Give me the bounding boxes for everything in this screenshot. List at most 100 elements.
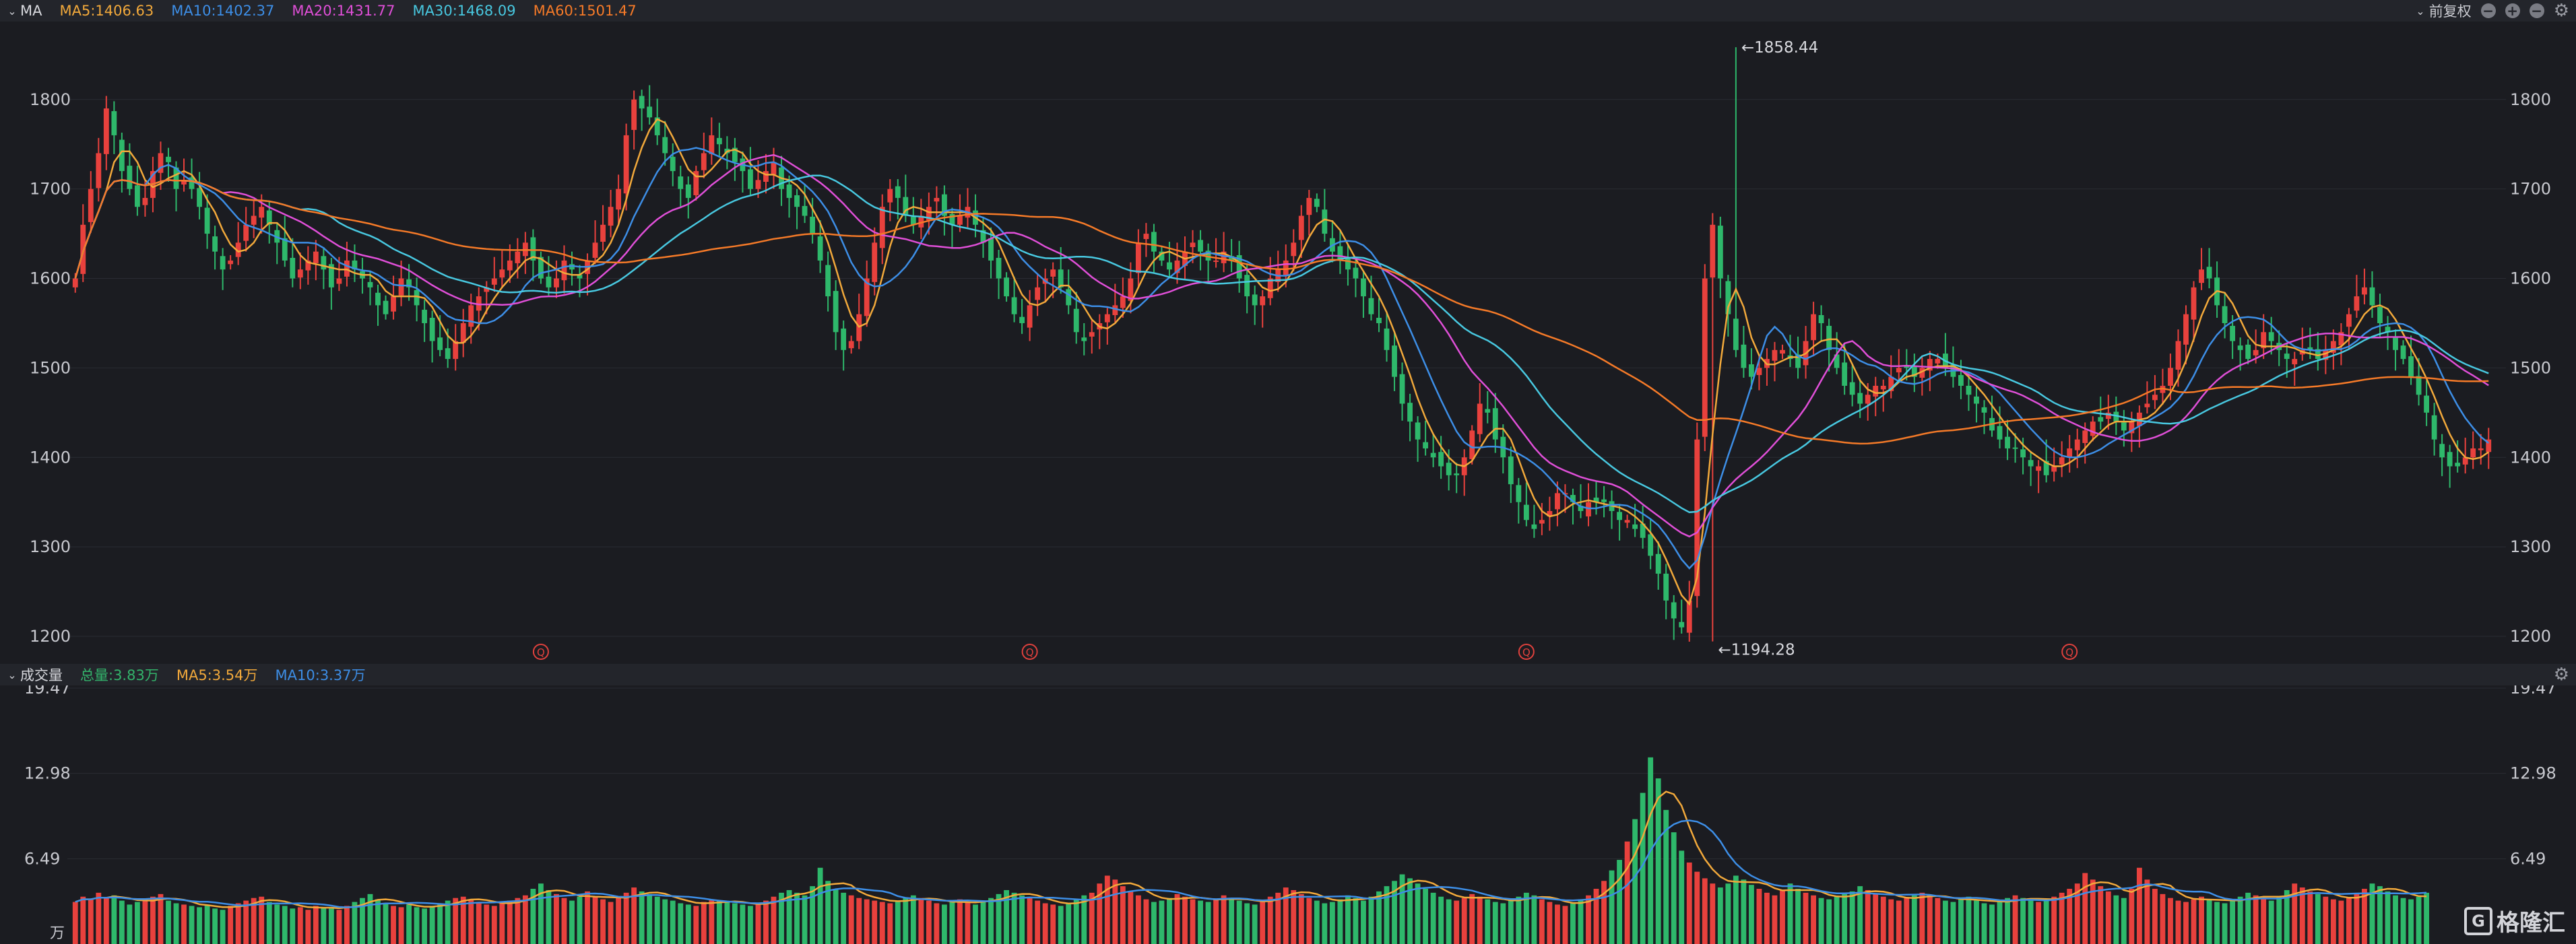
candle-body [336, 278, 342, 284]
volume-chart[interactable]: 6.49 6.49 12.98 12.98 19.47 19.47 [0, 685, 2576, 944]
adjust-dropdown[interactable]: ⌄ 前复权 [2416, 1, 2471, 21]
candle-body [600, 224, 606, 242]
candle-body [1143, 234, 1149, 240]
candle-body [1648, 534, 1654, 556]
candle-body [1671, 602, 1677, 619]
candle-body [429, 317, 435, 341]
volume-bar [1322, 903, 1328, 944]
volume-bar [973, 904, 978, 944]
volume-bar [1143, 899, 1149, 944]
volume-bar [1104, 875, 1110, 944]
volume-bar [328, 908, 334, 944]
volume-bar [266, 902, 272, 944]
volume-bar [111, 895, 117, 944]
candle-body [1353, 267, 1359, 279]
candle-body [344, 260, 350, 277]
candle-body [2067, 448, 2073, 458]
volume-bar [1849, 891, 1855, 944]
volume-bar [1128, 891, 1134, 944]
volume-bar [2253, 895, 2259, 944]
ma60-readout: MA60:1501.47 [533, 3, 637, 19]
candle-body [391, 296, 396, 312]
candle-body [1314, 199, 1320, 207]
volume-bar [1578, 899, 1584, 944]
volume-total-readout: 总量:3.83万 [80, 667, 159, 683]
volume-bar [1446, 899, 1452, 944]
volume-tick-label-right: 19.47 [2510, 685, 2556, 698]
volume-bar [2051, 896, 2057, 944]
volume-bar [1780, 889, 1785, 944]
candle-body [2284, 353, 2290, 360]
volume-bar [810, 886, 816, 944]
indicator-name[interactable]: MA [20, 3, 42, 19]
volume-bar [2020, 898, 2026, 944]
candle-body [453, 341, 459, 360]
candle-body [817, 236, 823, 261]
candle-body [2152, 395, 2158, 401]
volume-title[interactable]: 成交量 [20, 665, 63, 685]
minimize-icon[interactable]: − [2480, 3, 2496, 18]
gear-icon[interactable]: ⚙ [2554, 666, 2569, 683]
price-chart[interactable]: 1200 1200 1300 1300 1400 1400 1500 1500 1600 1600… [0, 22, 2576, 664]
candle-body [375, 292, 381, 306]
ma10-readout: MA10:1402.37 [171, 3, 275, 19]
candle-body [1710, 224, 1716, 278]
event-marker-label: Q [1026, 646, 1034, 659]
volume-bar [1500, 903, 1506, 944]
candle-body [1027, 305, 1033, 328]
volume-bar [763, 900, 769, 944]
candle-body [297, 269, 303, 278]
candle-body [1586, 502, 1591, 516]
candle-body [1011, 297, 1017, 314]
candle-body [228, 260, 234, 265]
volume-bar [2152, 889, 2158, 944]
volume-bar [794, 892, 800, 944]
zoom-in-icon[interactable]: + [2505, 3, 2520, 18]
ma10-line [74, 147, 2489, 570]
candle-body [1291, 242, 1297, 257]
price-tick-label-left: 1400 [30, 448, 71, 467]
zoom-out-icon[interactable]: − [2529, 3, 2544, 18]
candle-body [2369, 287, 2375, 306]
volume-bar [1314, 900, 1320, 944]
candle-body [1135, 242, 1141, 273]
candle-body [1361, 278, 1366, 297]
candle-body [437, 337, 443, 350]
collapse-chevron-icon[interactable]: ⌄ [4, 5, 20, 18]
collapse-chevron-icon[interactable]: ⌄ [4, 669, 20, 681]
volume-tick-label-right: 12.98 [2510, 764, 2556, 783]
price-tick-label-right: 1500 [2510, 358, 2551, 377]
volume-bar [1725, 883, 1731, 944]
candle-body [2346, 314, 2352, 327]
candle-body [1935, 359, 1941, 364]
volume-bar [336, 910, 342, 944]
candle-body [957, 215, 963, 225]
volume-bar [2183, 902, 2189, 944]
candle-body [383, 300, 389, 314]
ma30-readout: MA30:1468.09 [412, 3, 516, 19]
volume-bar [1624, 841, 1630, 944]
volume-bar [1609, 870, 1615, 944]
gear-icon[interactable]: ⚙ [2554, 2, 2569, 20]
volume-bar [220, 910, 226, 944]
volume-bar [616, 898, 622, 944]
volume-bar [2315, 894, 2321, 944]
candle-body [1741, 344, 1747, 368]
volume-bar [1834, 896, 1840, 944]
volume-bar [2105, 891, 2111, 944]
candle-body [1842, 362, 1848, 386]
volume-bar [1229, 898, 1235, 944]
volume-bar [2385, 891, 2391, 944]
candle-body [1252, 294, 1258, 306]
volume-bar [957, 899, 963, 944]
candle-body [134, 185, 140, 207]
candle-body [1555, 493, 1560, 510]
volume-bar [1547, 902, 1553, 944]
volume-bar [1454, 900, 1460, 944]
candle-body [848, 341, 854, 349]
volume-bar [468, 899, 474, 944]
volume-bar [491, 906, 497, 944]
volume-bar [1981, 903, 1987, 944]
candle-body [1865, 395, 1871, 404]
candle-body [220, 256, 226, 270]
